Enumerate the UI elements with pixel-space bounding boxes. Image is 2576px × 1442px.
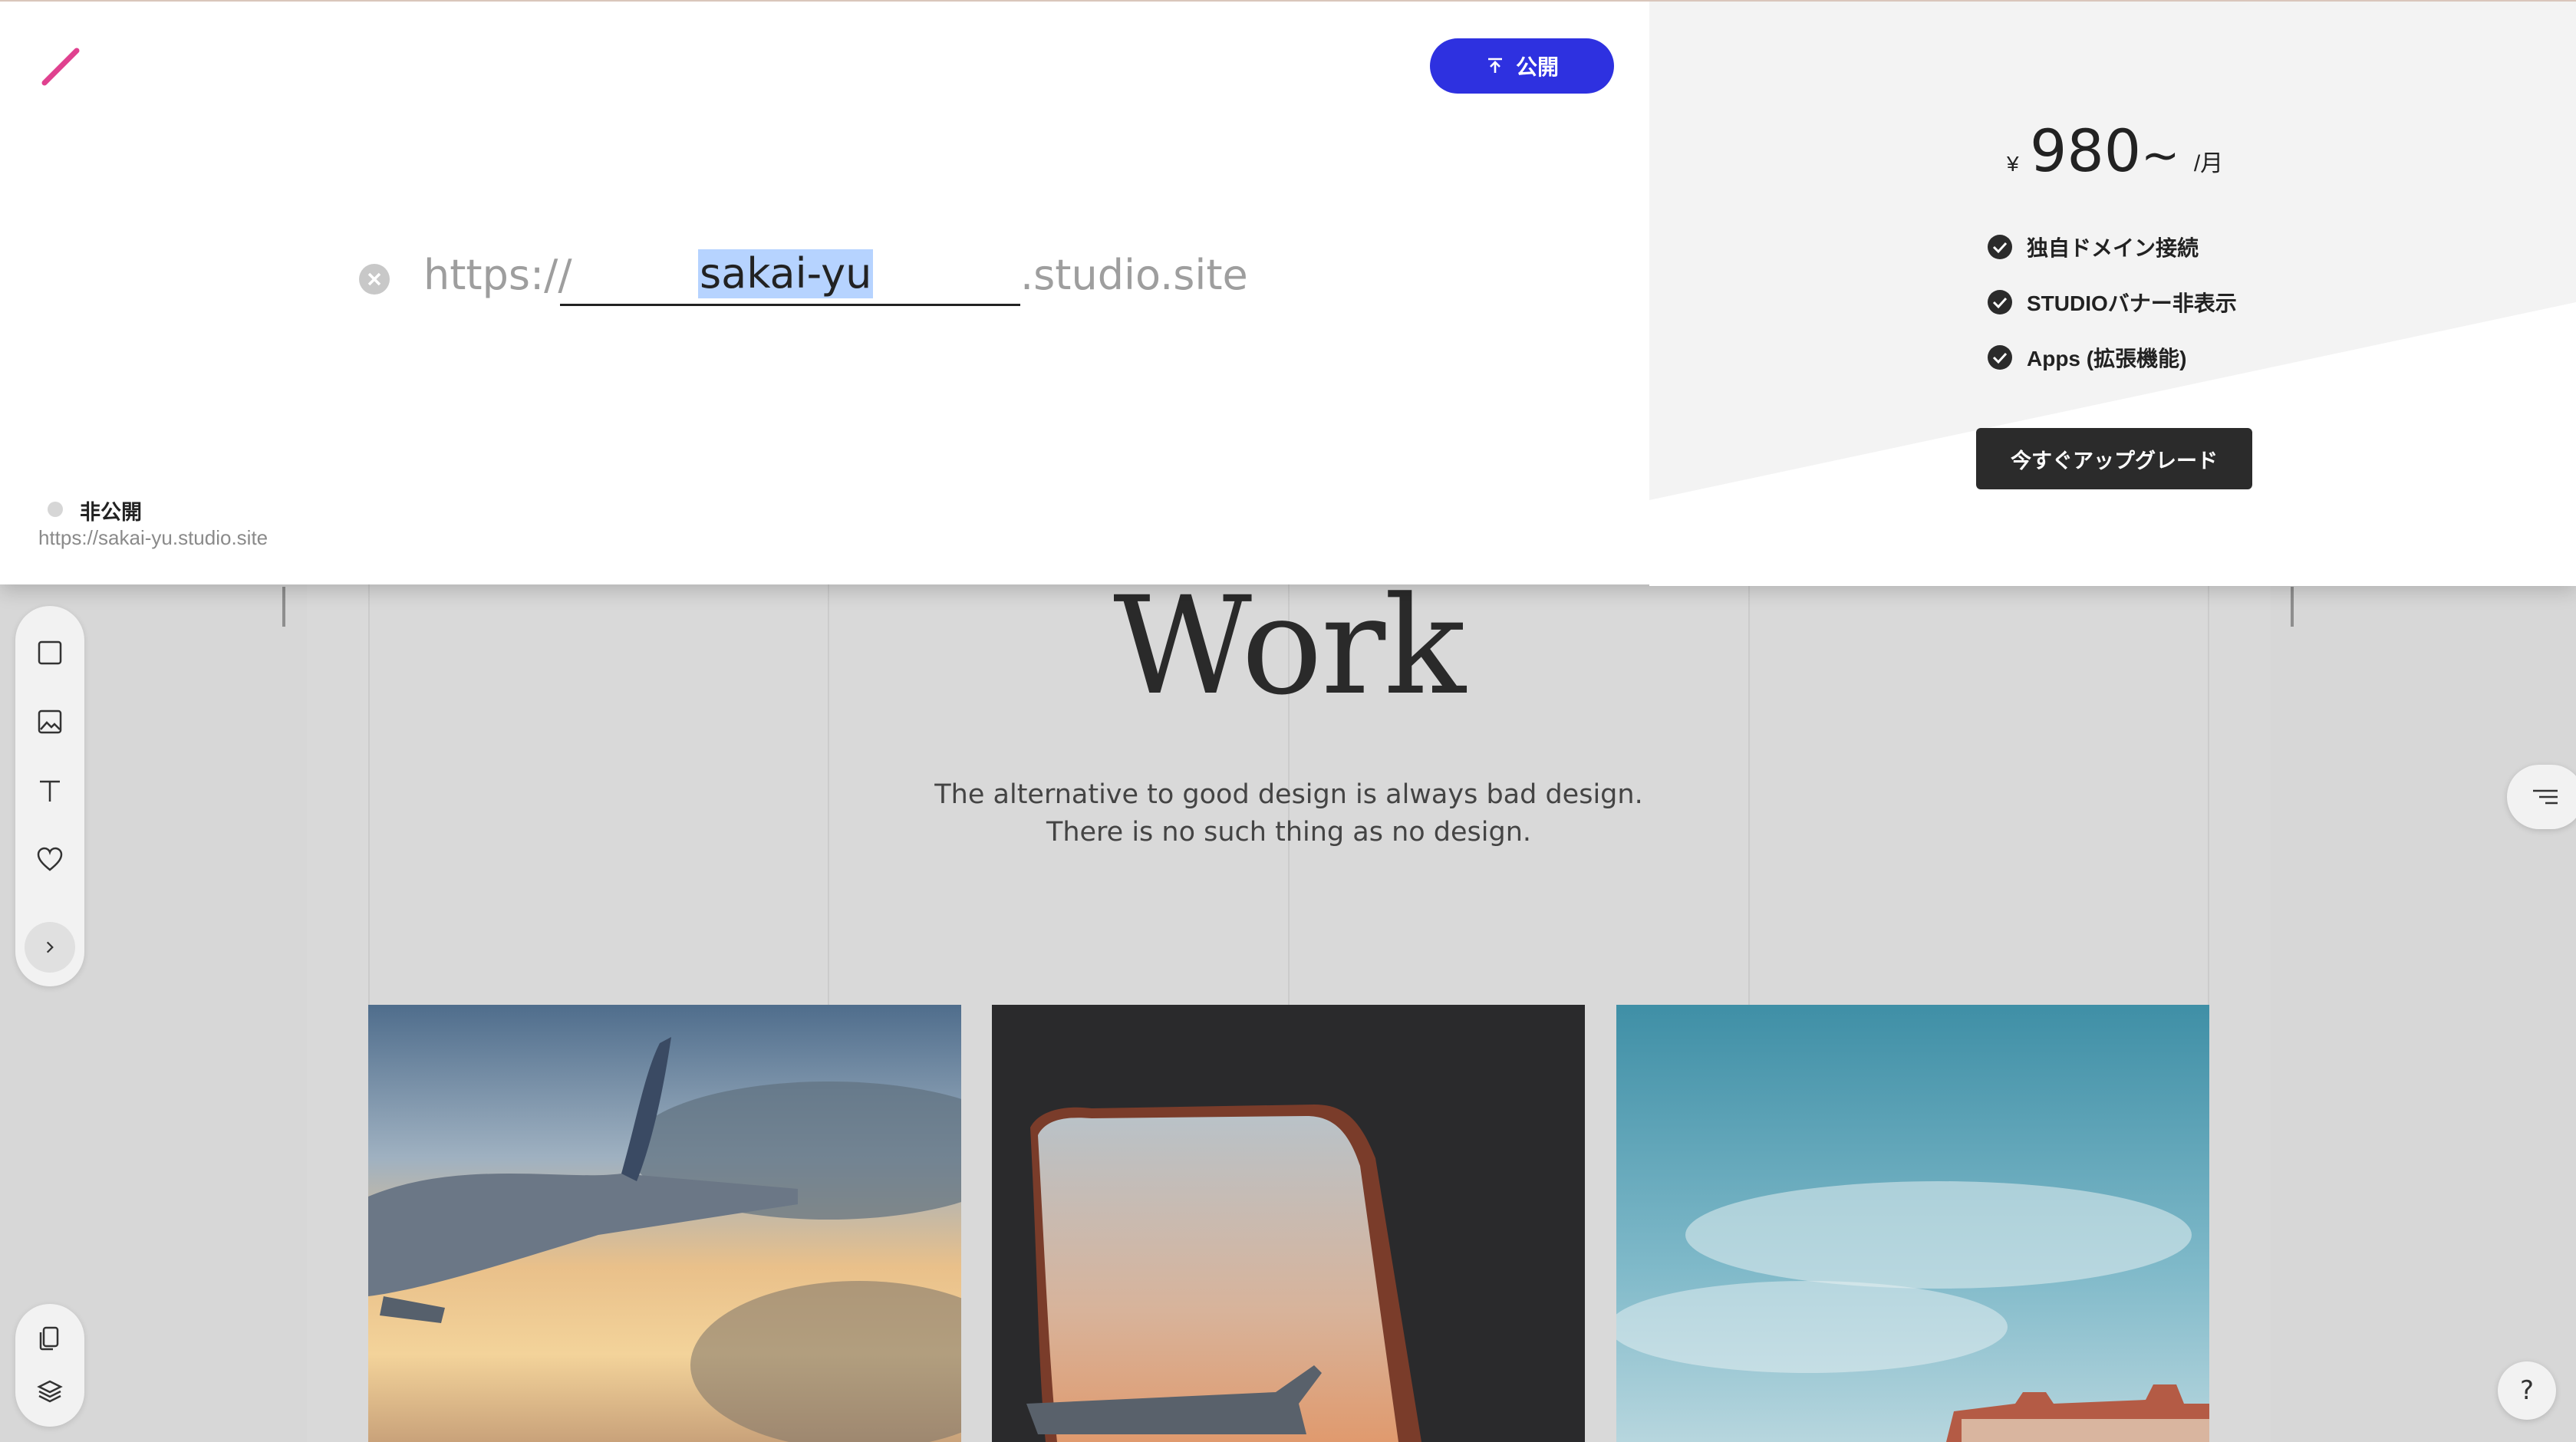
feature-label: 独自ドメイン接続 [2027, 236, 2199, 260]
right-panel-toggle[interactable] [2507, 765, 2576, 829]
description-line: The alternative to good design is always… [934, 779, 1643, 810]
url-prefix: https:// [423, 251, 572, 299]
description-line: There is no such thing as no design. [1046, 817, 1532, 848]
expand-toolbar-button[interactable] [25, 922, 75, 973]
text-tool-button[interactable] [31, 772, 69, 810]
subdomain-input[interactable]: sakai-yu [560, 243, 1020, 306]
box-tool-button[interactable] [31, 634, 69, 672]
publish-button[interactable]: 公開 [1430, 38, 1614, 94]
pages-icon [39, 1326, 59, 1351]
layers-button[interactable] [31, 1371, 69, 1410]
icon-tool-button[interactable] [31, 841, 69, 879]
section-description[interactable]: The alternative to good design is always… [307, 776, 2271, 851]
slash-logo-icon[interactable] [40, 44, 86, 91]
status-dot [48, 502, 63, 517]
text-icon [40, 780, 60, 802]
price-amount: 980 [2030, 117, 2142, 185]
url-editor: https:// sakai-yu .studio.site [357, 243, 1278, 312]
feature-label: Apps (拡張機能) [2027, 347, 2187, 370]
photo-airplane-window-image [992, 1005, 1585, 1442]
photo-wing-clouds-image [368, 1005, 961, 1442]
upload-arrow-icon [1487, 58, 1502, 73]
image-tool-button[interactable] [31, 703, 69, 741]
clear-circle-icon[interactable] [357, 262, 391, 296]
ruler-mark-left [282, 587, 285, 627]
feature-item: STUDIOバナー非表示 [1987, 287, 2237, 318]
left-bottom-toolbar [15, 1304, 84, 1427]
pages-button[interactable] [31, 1319, 69, 1358]
heart-icon [37, 847, 63, 871]
publish-panel: 公開 https:// sakai-yu .studio.site 非公開 ht… [0, 0, 2576, 586]
feature-item: Apps (拡張機能) [1987, 342, 2186, 373]
ruler-mark-right [2291, 587, 2294, 627]
image-icon [38, 709, 62, 734]
work-photo-airplane-window[interactable] [992, 1005, 1585, 1442]
url-suffix: .studio.site [1020, 251, 1248, 299]
feature-label: STUDIOバナー非表示 [2027, 291, 2237, 315]
chevron-right-icon [46, 941, 54, 953]
check-circle-icon [1988, 345, 2012, 370]
page-canvas[interactable]: Work The alternative to good design is a… [307, 537, 2271, 1442]
status-url[interactable]: https://sakai-yu.studio.site [38, 526, 268, 550]
photo-blue-sky-image [1616, 1005, 2209, 1442]
check-circle-icon [1988, 290, 2012, 314]
price: ¥ 980~ /月 [2007, 117, 2223, 185]
price-currency: ¥ [2007, 152, 2019, 176]
status-label: 非公開 [80, 501, 142, 524]
check-circle-icon [1988, 235, 2012, 259]
price-tilde: ~ [2141, 129, 2180, 183]
help-button[interactable]: ? [2498, 1361, 2556, 1420]
layers-icon [37, 1380, 63, 1403]
work-photo-wing-clouds[interactable] [368, 1005, 961, 1442]
left-toolbar [15, 606, 84, 986]
work-photo-blue-sky[interactable] [1616, 1005, 2209, 1442]
panel-lines-icon [2533, 789, 2558, 805]
section-title[interactable]: Work [307, 568, 2271, 725]
upgrade-now-button[interactable]: 今すぐアップグレード [1976, 428, 2252, 489]
publish-button-label: 公開 [1515, 55, 1559, 79]
subdomain-value: sakai-yu [698, 249, 874, 298]
feature-item: 独自ドメイン接続 [1987, 232, 2199, 262]
upgrade-panel: ¥ 980~ /月 独自ドメイン接続 STUDIOバナー非表示 Apps (拡張… [1649, 2, 2576, 586]
price-unit: /月 [2193, 151, 2224, 176]
box-icon [38, 640, 62, 665]
